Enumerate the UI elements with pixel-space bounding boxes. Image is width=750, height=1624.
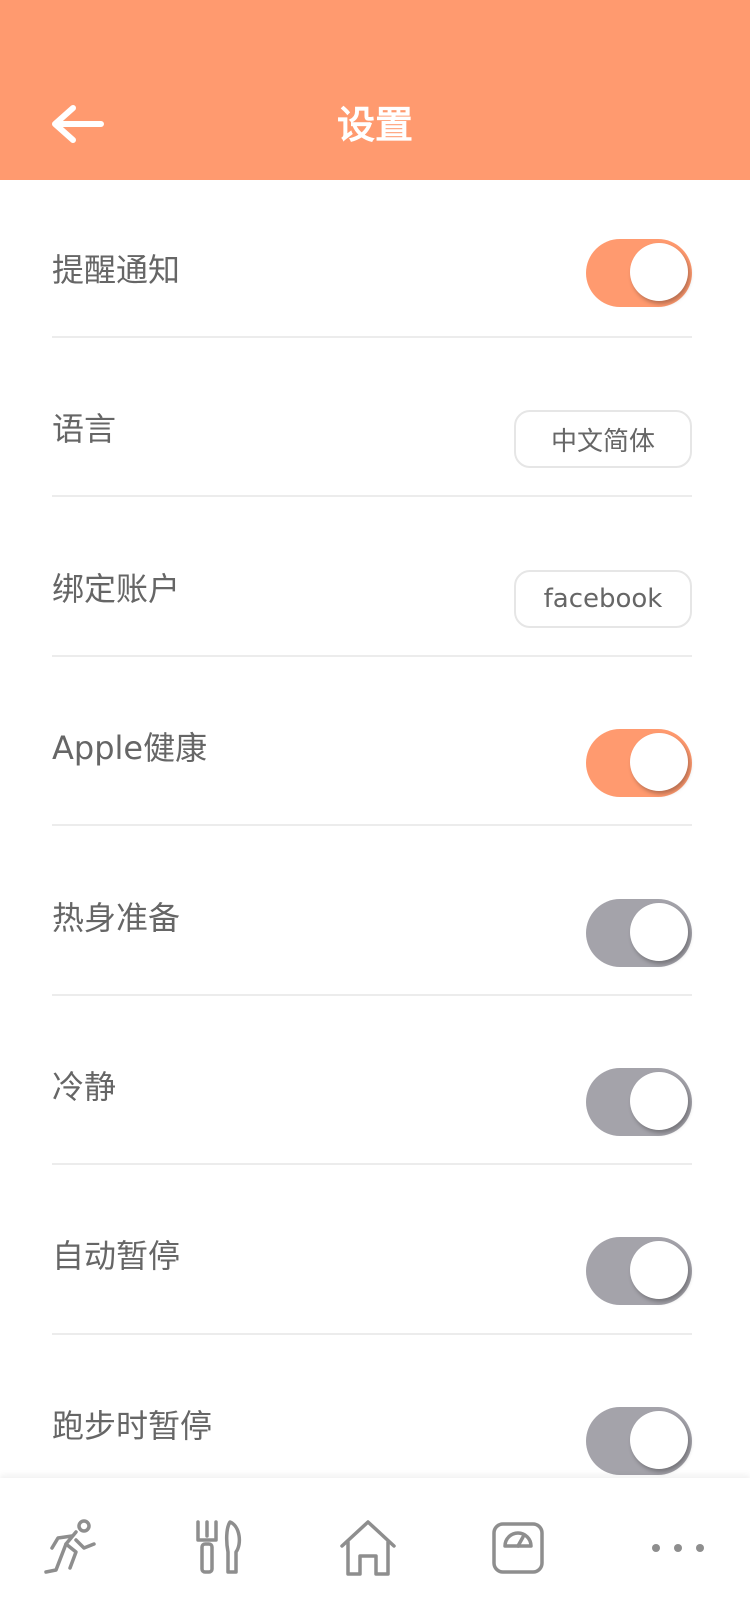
language-select[interactable]: 中文简体 [514, 410, 692, 468]
setting-label: 跑步时暂停 [52, 1407, 213, 1445]
page-title: 设置 [336, 103, 413, 147]
fork-knife-icon [196, 1520, 242, 1574]
toggle-knob [630, 903, 688, 961]
divider [52, 655, 692, 657]
toggle-knob [630, 1241, 688, 1299]
setting-label: 语言 [52, 410, 117, 448]
setting-label: 提醒通知 [52, 251, 181, 289]
toggle-knob [630, 733, 688, 791]
apple-health-toggle[interactable] [586, 729, 692, 797]
setting-label: 自动暂停 [52, 1237, 181, 1275]
setting-label: 绑定账户 [52, 570, 181, 608]
divider [52, 495, 692, 497]
toggle-knob [630, 1411, 688, 1469]
bottom-tab-bar [0, 1478, 750, 1624]
notifications-toggle[interactable] [586, 239, 692, 307]
home-icon [340, 1520, 396, 1576]
warmup-toggle[interactable] [586, 899, 692, 967]
divider [52, 1163, 692, 1165]
setting-label: Apple健康 [52, 729, 208, 767]
bind-account-select[interactable]: facebook [514, 570, 692, 628]
setting-label: 热身准备 [52, 899, 181, 937]
toggle-knob [630, 243, 688, 301]
tab-diet[interactable] [180, 1508, 260, 1588]
more-icon [652, 1544, 704, 1552]
tab-home[interactable] [328, 1508, 408, 1588]
auto-pause-toggle[interactable] [586, 1237, 692, 1305]
toggle-knob [630, 1072, 688, 1130]
cooldown-toggle[interactable] [586, 1068, 692, 1136]
scale-icon [492, 1522, 544, 1574]
divider [52, 336, 692, 338]
divider [52, 824, 692, 826]
header-bar: 设置 [0, 0, 750, 180]
tab-more[interactable] [638, 1508, 718, 1588]
setting-label: 冷静 [52, 1068, 117, 1106]
tab-scale[interactable] [478, 1508, 558, 1588]
divider [52, 994, 692, 996]
divider [52, 1333, 692, 1335]
tab-running[interactable] [32, 1508, 112, 1588]
running-icon [44, 1519, 96, 1574]
pause-while-running-toggle[interactable] [586, 1407, 692, 1475]
